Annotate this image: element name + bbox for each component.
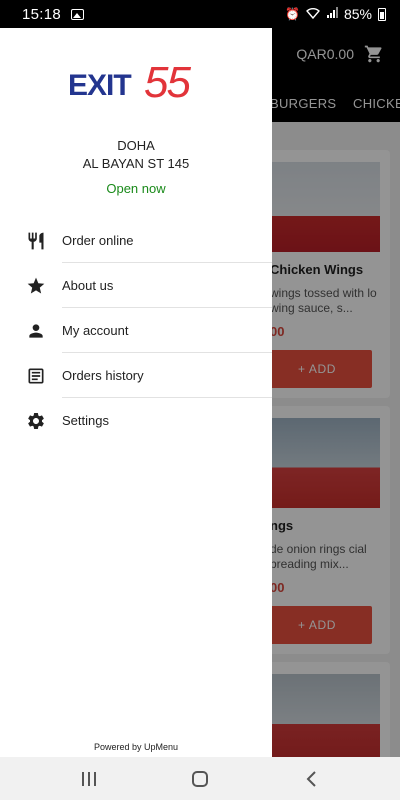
battery-percent: 85%	[343, 6, 372, 22]
menu-label: Order online	[62, 233, 134, 248]
menu-item-settings[interactable]: Settings	[0, 398, 272, 443]
logo-number: 55	[144, 58, 191, 107]
alarm-icon: ⏰	[285, 7, 300, 21]
status-bar: 15:18 ⏰ 85%	[0, 0, 400, 28]
menu-item-orders-history[interactable]: Orders history	[0, 353, 272, 398]
logo-text: EXIT	[68, 69, 132, 102]
menu-label: Settings	[62, 413, 109, 428]
wifi-icon	[305, 7, 320, 21]
location-city: DOHA	[117, 138, 155, 153]
status-time: 15:18	[22, 5, 62, 23]
back-icon	[306, 771, 316, 787]
signal-icon	[326, 7, 338, 21]
menu-item-my-account[interactable]: My account	[0, 308, 272, 353]
list-icon	[26, 366, 46, 386]
powered-by-link[interactable]: Powered by UpMenu	[0, 742, 272, 752]
recent-apps-icon	[82, 772, 96, 786]
menu-label: My account	[62, 323, 129, 338]
system-navigation-bar	[0, 757, 400, 800]
home-icon	[192, 771, 208, 787]
menu-item-order-online[interactable]: Order online	[0, 218, 272, 263]
location-street: AL BAYAN ST 145	[82, 156, 190, 171]
image-icon	[71, 8, 85, 20]
home-button[interactable]	[188, 769, 212, 789]
recent-apps-button[interactable]	[77, 769, 101, 789]
star-icon	[26, 276, 46, 296]
battery-charging-icon	[378, 7, 386, 21]
navigation-drawer: EXIT 55 DOHA AL BAYAN ST 145 Open now Or…	[0, 28, 272, 757]
menu-label: Orders history	[62, 368, 144, 383]
menu-item-about-us[interactable]: About us	[0, 263, 272, 308]
gear-icon	[26, 411, 46, 431]
person-icon	[26, 321, 46, 341]
utensils-icon	[26, 231, 46, 251]
open-status: Open now	[106, 181, 166, 196]
menu-label: About us	[62, 278, 114, 293]
status-icons: ⏰ 85%	[285, 6, 386, 22]
restaurant-logo: EXIT 55	[68, 61, 204, 107]
back-button[interactable]	[300, 769, 324, 789]
